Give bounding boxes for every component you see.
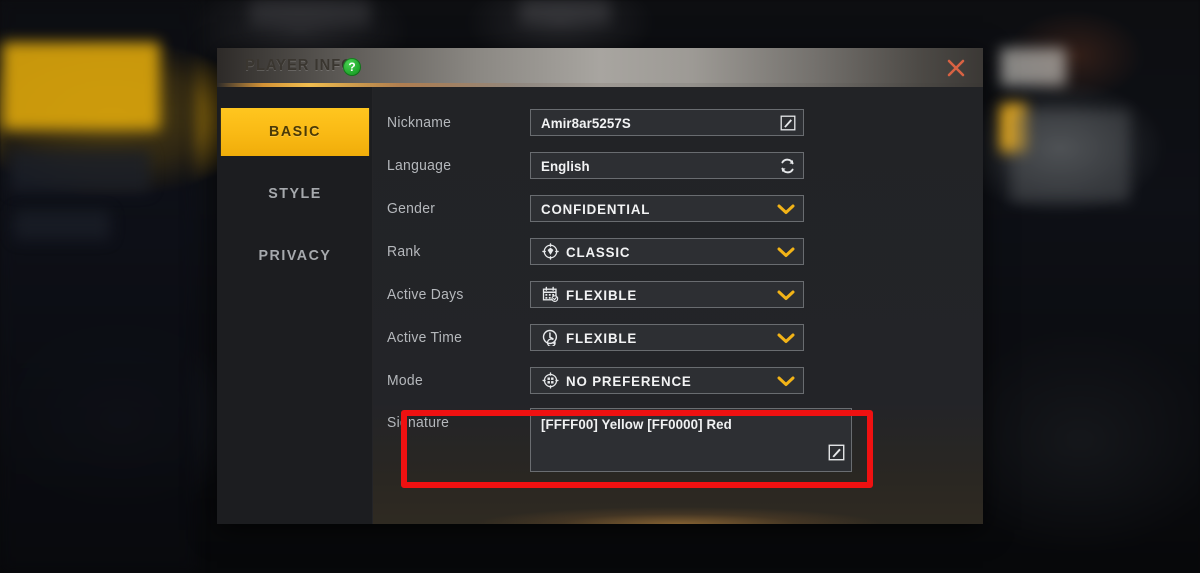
field-row-active-days: Active Days FLEXIBLE [373, 273, 983, 316]
rank-chevron-button[interactable] [776, 245, 796, 259]
active-time-chevron-button[interactable] [776, 331, 796, 345]
rank-value: CLASSIC [566, 243, 631, 260]
label-nickname: Nickname [387, 114, 452, 131]
signature-value: [FFFF00] Yellow [FF0000] Red [541, 416, 732, 432]
label-signature: Signature [387, 415, 450, 431]
chevron-down-icon [777, 290, 795, 300]
nickname-edit-button[interactable] [780, 115, 796, 131]
rank-diamond-icon [541, 243, 559, 261]
background-chip-top-bar-2 [520, 0, 610, 24]
field-row-gender: Gender CONFIDENTIAL [373, 187, 983, 230]
field-row-language: Language English [373, 144, 983, 187]
page-title: PLAYER INFO [245, 57, 354, 74]
close-button[interactable] [941, 53, 971, 83]
chevron-down-icon [777, 204, 795, 214]
tab-basic[interactable]: BASIC [220, 108, 370, 156]
label-active-time: Active Time [387, 329, 463, 346]
help-question-icon[interactable]: ? [343, 58, 361, 76]
calendar-icon [541, 286, 559, 304]
label-language: Language [387, 157, 452, 174]
background-chip-yellow [2, 42, 160, 130]
label-active-days: Active Days [387, 286, 464, 303]
close-x-icon [947, 59, 965, 77]
background-chip-gray-right [1010, 110, 1130, 202]
dialog-titlebar: PLAYER INFO [217, 48, 983, 87]
active-time-dropdown[interactable]: FLEXIBLE [530, 324, 804, 351]
tab-column: BASIC STYLE PRIVACY [217, 87, 373, 524]
language-value: English [541, 157, 590, 174]
language-field[interactable]: English [530, 152, 804, 179]
field-row-mode: Mode NO PREFERENCE [373, 359, 983, 402]
background-chip-dark-left-2 [14, 210, 110, 240]
field-row-signature: Signature [FFFF00] Yellow [FF0000] Red [373, 402, 983, 490]
chevron-down-icon [777, 247, 795, 257]
player-info-dialog: PLAYER INFO BASIC STYLE PRIVACY Nickname [217, 48, 983, 524]
mode-dropdown[interactable]: NO PREFERENCE [530, 367, 804, 394]
label-gender: Gender [387, 200, 436, 217]
label-rank: Rank [387, 243, 421, 260]
field-row-active-time: Active Time FLEXIBLE [373, 316, 983, 359]
signature-textarea[interactable]: [FFFF00] Yellow [FF0000] Red [530, 408, 852, 472]
nickname-input[interactable]: Amir8ar5257S [530, 109, 804, 136]
gender-value: CONFIDENTIAL [541, 200, 651, 217]
background-chip-top-bar [250, 0, 370, 26]
active-days-dropdown[interactable]: FLEXIBLE [530, 281, 804, 308]
active-days-value: FLEXIBLE [566, 286, 638, 303]
chevron-down-icon [777, 376, 795, 386]
edit-pencil-icon [780, 115, 796, 130]
active-days-chevron-button[interactable] [776, 288, 796, 302]
fields-panel: Nickname Amir8ar5257S Language English G… [373, 87, 983, 524]
signature-edit-button[interactable] [828, 444, 845, 466]
tab-style[interactable]: STYLE [221, 170, 369, 218]
nickname-value: Amir8ar5257S [541, 114, 631, 131]
background-chip-dark-left [10, 150, 150, 192]
edit-pencil-icon [828, 444, 845, 461]
background-chip-gray-top [1000, 48, 1066, 86]
gender-dropdown[interactable]: CONFIDENTIAL [530, 195, 804, 222]
mode-grid-icon [541, 372, 559, 390]
field-row-rank: Rank CLASSIC [373, 230, 983, 273]
clock-icon [541, 329, 559, 347]
mode-chevron-button[interactable] [776, 374, 796, 388]
label-mode: Mode [387, 372, 423, 389]
gender-chevron-button[interactable] [776, 202, 796, 216]
active-time-value: FLEXIBLE [566, 329, 638, 346]
chevron-down-icon [777, 333, 795, 343]
mode-value: NO PREFERENCE [566, 372, 692, 389]
language-refresh-button[interactable] [779, 157, 796, 174]
rank-dropdown[interactable]: CLASSIC [530, 238, 804, 265]
screen-root: PLAYER INFO BASIC STYLE PRIVACY Nickname [0, 0, 1200, 573]
refresh-icon [781, 158, 794, 173]
dialog-body: BASIC STYLE PRIVACY Nickname Amir8ar5257… [217, 87, 983, 524]
tab-privacy[interactable]: PRIVACY [221, 232, 369, 280]
field-row-nickname: Nickname Amir8ar5257S [373, 101, 983, 144]
